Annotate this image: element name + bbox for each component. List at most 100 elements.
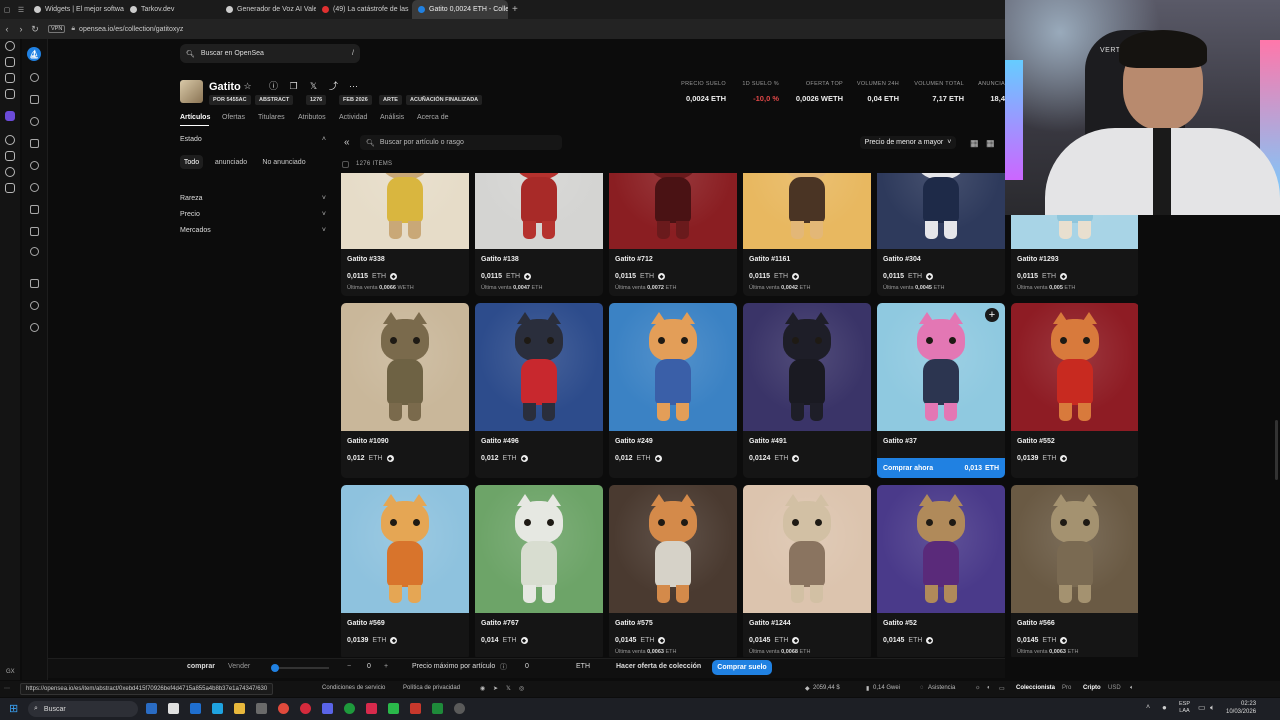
nft-image[interactable] [877, 303, 1005, 431]
grid-small-icon[interactable]: ▦ [986, 138, 995, 149]
settings-icon[interactable] [30, 301, 39, 310]
messenger-icon[interactable] [5, 89, 15, 99]
nft-card[interactable]: Gatito #712 0,0115 ETH ◆ Última venta 0,0072… [609, 173, 737, 296]
collection-tab[interactable]: Análisis [380, 114, 404, 121]
nft-image[interactable] [743, 303, 871, 431]
nft-image[interactable] [341, 303, 469, 431]
discord-icon[interactable]: ◉ [480, 685, 485, 692]
collection-tab[interactable]: Atributos [298, 114, 326, 121]
nft-image[interactable] [743, 485, 871, 613]
browser-tab[interactable]: Tarkov.dev [124, 0, 220, 19]
nft-image[interactable] [341, 485, 469, 613]
quantity-minus-button[interactable]: − [347, 663, 351, 670]
gx-label-icon[interactable]: GX [6, 669, 15, 675]
nft-card[interactable]: Gatito #1161 0,0115 ETH ◆ Última venta 0,004… [743, 173, 871, 296]
instagram-icon[interactable]: ◎ [519, 685, 524, 692]
nft-image[interactable] [341, 173, 469, 249]
privacy-link[interactable]: Política de privacidad [403, 685, 460, 691]
reload-icon[interactable]: ↻ [28, 24, 42, 35]
obs-icon[interactable] [454, 703, 465, 714]
nft-card[interactable]: Gatito #1244 0,0145 ETH ◆ Última venta 0,006… [743, 485, 871, 657]
news-icon[interactable] [410, 703, 421, 714]
nft-card[interactable]: Gatito #566 0,0145 ETH ◆ Última venta 0,0063… [1011, 485, 1138, 657]
collection-offer-button[interactable]: Hacer oferta de colección [616, 663, 701, 670]
mail-icon[interactable] [190, 703, 201, 714]
play-icon[interactable] [388, 703, 399, 714]
terms-link[interactable]: Condiciones de servicio [322, 685, 385, 691]
collection-tab[interactable]: Acerca de [417, 114, 449, 121]
collector-mode-toggle[interactable]: Coleccionista [1016, 685, 1055, 691]
profile-icon[interactable] [30, 247, 39, 256]
taskbar-search[interactable]: ⌕ Buscar [28, 701, 138, 717]
collections-icon[interactable] [30, 95, 39, 104]
nft-image[interactable] [1011, 485, 1138, 613]
nft-card[interactable]: Gatito #138 0,0115 ETH ◆ Última venta 0,0047… [475, 173, 603, 296]
nft-card[interactable]: Gatito #491 0,0124 ETH ◆ [743, 303, 871, 478]
nft-image[interactable] [475, 173, 603, 249]
windows-start-icon[interactable]: ⊞ [9, 703, 21, 715]
nft-card[interactable]: Gatito #569 0,0139 ETH ◆ [341, 485, 469, 657]
browser-tab[interactable]: Widgets | El mejor software [28, 0, 124, 19]
studio-icon[interactable] [30, 227, 39, 236]
max-price-input[interactable]: 0 [525, 663, 529, 670]
games-icon[interactable] [5, 73, 15, 83]
more-icon[interactable]: ⋯ [349, 82, 358, 91]
instagram-icon[interactable] [5, 135, 15, 145]
sort-dropdown[interactable]: Precio de menor a mayor ˅ [860, 136, 956, 149]
grid-large-icon[interactable]: ▦ [970, 138, 979, 149]
collection-tab[interactable]: Artículos [180, 114, 210, 121]
vpn-badge[interactable]: VPN [48, 25, 66, 33]
settings-icon[interactable] [5, 183, 15, 193]
url-field[interactable]: opensea.io/es/collection/gatitoxyz [79, 26, 183, 33]
x-icon[interactable]: 𝕏 [506, 685, 511, 692]
nft-card[interactable]: Gatito #52 0,0145 ETH ◆ [877, 485, 1005, 657]
nft-card[interactable]: Gatito #37 + Comprar ahora 0,013 ETH [877, 303, 1005, 478]
media-icon[interactable] [366, 703, 377, 714]
profile-icon[interactable] [5, 57, 15, 67]
copy-icon[interactable]: ❐ [289, 82, 298, 91]
info-icon[interactable]: ⓘ [500, 662, 507, 672]
dark-mode-icon[interactable]: ◐ [987, 685, 991, 691]
language-indicator[interactable]: ESP LAA [1179, 701, 1190, 715]
nft-card[interactable]: Gatito #575 0,0145 ETH ◆ Última venta 0,0063… [609, 485, 737, 657]
nft-card[interactable]: Gatito #338 0,0115 ETH ◆ Última venta 0,0066… [341, 173, 469, 296]
clock[interactable]: 02:23 10/03/2026 [1226, 700, 1256, 716]
nft-image[interactable] [475, 485, 603, 613]
excel-icon[interactable] [432, 703, 443, 714]
discord-icon[interactable] [5, 167, 15, 177]
docs-icon[interactable] [30, 279, 39, 288]
buy-now-button[interactable]: Comprar ahora 0,013 ETH [877, 458, 1005, 478]
browser-tab[interactable]: (49) La catástrofe de las [316, 0, 412, 19]
opera-gx-icon[interactable] [300, 703, 311, 714]
footer-menu-icon[interactable]: ⋯ [4, 685, 10, 692]
nft-image[interactable] [877, 173, 1005, 249]
collapse-filters-icon[interactable]: « [344, 137, 350, 148]
filter-estado-header[interactable]: Estado ˄ [180, 136, 328, 143]
tray-chevron-icon[interactable]: ˄ [1146, 704, 1150, 711]
star-icon[interactable]: ☆ [243, 82, 252, 91]
page-scrollbar[interactable] [1275, 420, 1278, 480]
collection-tab[interactable]: Titulares [258, 114, 285, 121]
estado-option[interactable]: anunciado [210, 155, 252, 169]
app-icon[interactable] [256, 703, 267, 714]
share-icon[interactable]: ⤴ [329, 82, 338, 91]
quantity-slider-knob[interactable] [271, 664, 279, 672]
browser-tab[interactable]: Gatito 0,0024 ETH - Colle [412, 0, 508, 19]
quantity-value[interactable]: 0 [367, 663, 371, 670]
rewards-icon[interactable] [30, 205, 39, 214]
buy-floor-button[interactable]: Comprar suelo [712, 660, 772, 675]
volume-icon[interactable]: 🔈︎ [1130, 685, 1134, 692]
xbox-icon[interactable] [344, 703, 355, 714]
info-icon[interactable]: ⓘ [269, 82, 278, 91]
support-link[interactable]: Asistencia [928, 685, 955, 691]
item-search-input[interactable]: 🔍︎ Buscar por artículo o rasgo [360, 135, 562, 150]
collection-tab[interactable]: Ofertas [222, 114, 245, 121]
browser-tab[interactable]: Generador de Voz AI Vale [220, 0, 316, 19]
usd-currency-toggle[interactable]: USD [1108, 685, 1121, 691]
nft-card[interactable]: Gatito #552 0,0139 ETH ◆ [1011, 303, 1138, 478]
opensea-logo-icon[interactable]: ⛵︎ [27, 47, 41, 61]
system-mode-icon[interactable]: ▭ [999, 685, 1005, 692]
nft-card[interactable]: Gatito #767 0,014 ETH ◆ [475, 485, 603, 657]
back-icon[interactable]: ‹ [0, 24, 14, 34]
drops-icon[interactable] [30, 161, 39, 170]
